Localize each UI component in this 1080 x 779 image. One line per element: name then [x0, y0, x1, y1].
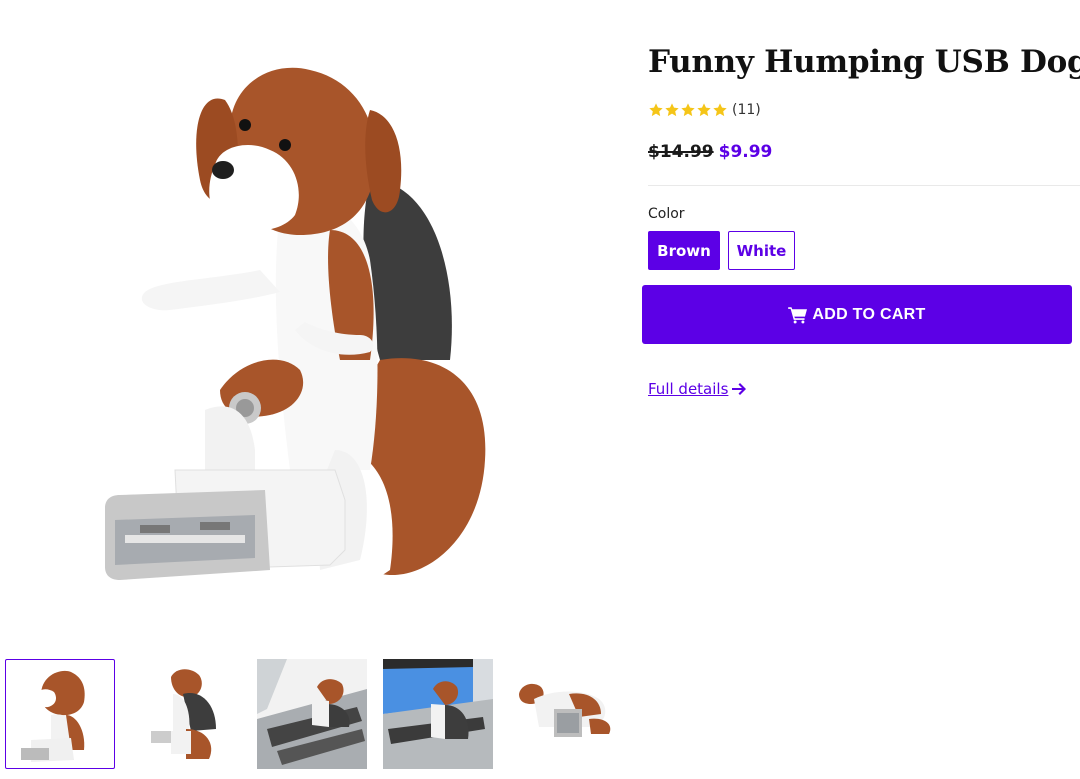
thumbnail-2[interactable] [131, 659, 241, 769]
color-option-brown[interactable]: Brown [648, 231, 720, 270]
thumbnail-3[interactable] [257, 659, 367, 769]
product-rating[interactable]: (11) [648, 100, 761, 120]
compare-at-price: $14.99 [648, 142, 714, 162]
sale-price: $9.99 [718, 142, 773, 162]
thumbnail-gallery [5, 659, 625, 771]
full-details-label: Full details [648, 380, 729, 398]
thumbnail-4[interactable] [383, 659, 493, 769]
star-icon [681, 103, 695, 117]
star-icon [649, 103, 663, 117]
product-title: Funny Humping USB Dog [648, 44, 1080, 80]
color-option-label: Color [648, 206, 685, 222]
star-icon [665, 103, 679, 117]
add-to-cart-label: ADD TO CART [812, 305, 926, 323]
thumbnail-5[interactable] [509, 659, 619, 769]
add-to-cart-button[interactable]: ADD TO CART [642, 285, 1072, 344]
star-icon [697, 103, 711, 117]
arrow-right-icon [732, 383, 747, 395]
full-details-link[interactable]: Full details [648, 380, 747, 398]
price-block: $14.99 $9.99 [648, 142, 772, 162]
divider [648, 185, 1080, 186]
thumbnail-1[interactable] [5, 659, 115, 769]
rating-count: (11) [732, 102, 761, 118]
cart-icon [788, 306, 808, 323]
color-option-white[interactable]: White [728, 231, 795, 270]
star-icon [713, 103, 727, 117]
rating-stars [648, 102, 728, 118]
main-product-image[interactable] [80, 30, 620, 630]
